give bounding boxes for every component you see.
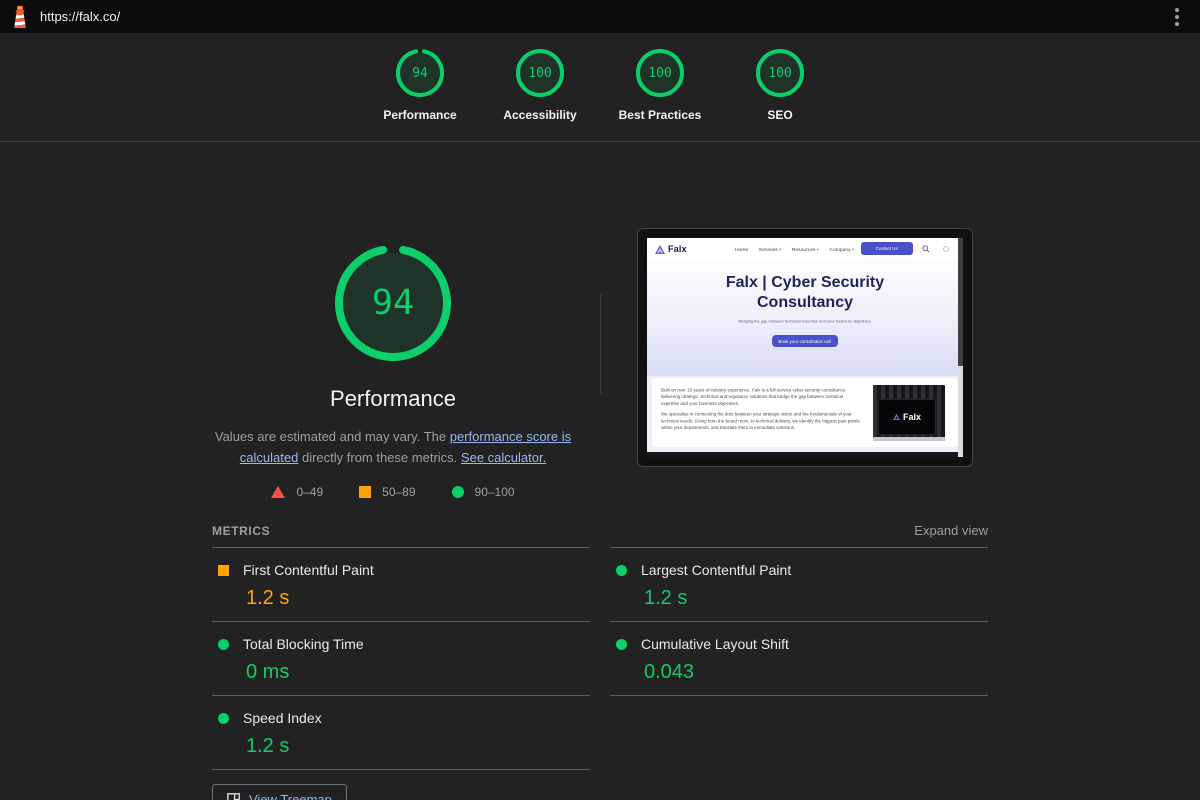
metric-status-icon (218, 638, 229, 650)
chevron-down-icon: ▾ (779, 247, 782, 252)
summary-gauge-accessibility[interactable]: 100 Accessibility (480, 47, 600, 122)
score-legend: 0–49 50–89 90–100 (212, 485, 574, 499)
preview-nav-services: Services▾ (758, 246, 782, 252)
metric-largest-contentful-paint: Largest Contentful Paint 1.2 s (610, 548, 988, 622)
legend-item-average: 50–89 (359, 485, 416, 499)
see-calculator-link[interactable]: See calculator. (461, 450, 546, 465)
summary-gauge-best-practices[interactable]: 100 Best Practices (600, 47, 720, 122)
chevron-down-icon: ▾ (851, 247, 855, 252)
lighthouse-report: https://falx.co/ 94 Performance 100 Acce… (0, 0, 1200, 800)
more-options-menu-button[interactable] (1168, 7, 1186, 27)
metrics-heading: METRICS (212, 524, 271, 538)
treemap-icon (227, 792, 240, 800)
view-treemap-button[interactable]: View Treemap (212, 784, 347, 800)
metrics-column-right: Largest Contentful Paint 1.2 s Cumulativ… (610, 548, 988, 696)
preview-intro-card: Built on over 10 years of industry exper… (652, 378, 958, 447)
preview-navbar: Falx Home Services▾ Resources▾ Company▾ … (647, 238, 963, 260)
metric-name: Speed Index (243, 710, 322, 726)
preview-nav-company: Company▾ (829, 246, 855, 252)
metric-status-icon (218, 712, 229, 724)
preview-hero: Falx | Cyber Security Consultancy Bridgi… (647, 260, 963, 376)
metric-value: 1.2 s (246, 587, 290, 609)
metric-cumulative-layout-shift: Cumulative Layout Shift 0.043 (610, 622, 988, 696)
preview-scrollbar-thumb (958, 238, 963, 366)
section-vertical-divider (600, 294, 601, 394)
lighthouse-icon (14, 5, 26, 28)
metric-name: Cumulative Layout Shift (641, 636, 789, 652)
performance-main-gauge: 94 (335, 245, 451, 361)
falx-logo-icon (655, 244, 665, 254)
performance-description: Values are estimated and may vary. The p… (214, 429, 572, 465)
accessibility-score: 100 (528, 65, 552, 81)
preview-laptop-screen: Falx (878, 399, 936, 435)
theme-toggle-icon (943, 246, 949, 252)
chevron-down-icon: ▾ (816, 247, 819, 252)
report-url-link[interactable]: https://falx.co/ (40, 9, 120, 24)
kebab-icon (1175, 8, 1179, 12)
performance-section-title: Performance (330, 386, 456, 411)
accessibility-label: Accessibility (503, 108, 577, 122)
metric-name: Total Blocking Time (243, 636, 364, 652)
preview-laptop-photo: Falx (873, 385, 945, 441)
summary-gauge-seo[interactable]: 100 SEO (720, 47, 840, 122)
fail-triangle-icon (271, 486, 286, 498)
performance-main-score: 94 (371, 283, 415, 323)
metric-value: 1.2 s (644, 587, 688, 609)
accessibility-gauge-icon: 100 (514, 47, 566, 99)
metric-name: First Contentful Paint (243, 562, 374, 578)
metric-value: 0.043 (644, 661, 695, 683)
metric-status-icon (218, 564, 229, 576)
category-summary-bar: 94 Performance 100 Accessibility 100 Bes… (0, 33, 1200, 142)
seo-score: 100 (768, 65, 792, 81)
metric-name: Largest Contentful Paint (641, 562, 792, 578)
metric-value: 1.2 s (246, 735, 290, 757)
topbar: https://falx.co/ (0, 0, 1200, 33)
metric-status-icon (616, 638, 627, 650)
metric-total-blocking-time: Total Blocking Time 0 ms (212, 622, 590, 696)
performance-score: 94 (412, 65, 428, 81)
preview-book-call-button: Book your consultation call (772, 335, 838, 348)
preview-nav-resources: Resources▾ (791, 246, 819, 252)
metric-speed-index: Speed Index 1.2 s (212, 696, 590, 770)
metrics-column-left: First Contentful Paint 1.2 s Total Block… (212, 548, 590, 770)
preview-nav-home: Home (735, 246, 749, 252)
site-screenshot: Falx Home Services▾ Resources▾ Company▾ … (647, 238, 963, 457)
best-practices-gauge-icon: 100 (634, 47, 686, 99)
performance-label: Performance (383, 108, 457, 122)
pass-circle-icon (451, 486, 464, 498)
legend-item-pass: 90–100 (451, 485, 515, 499)
preview-paragraphs: Built on over 10 years of industry exper… (661, 387, 860, 431)
best-practices-score: 100 (648, 65, 672, 81)
final-screenshot-thumbnail: Falx Home Services▾ Resources▾ Company▾ … (637, 228, 973, 467)
preview-scrollbar (958, 238, 963, 457)
search-icon (922, 245, 930, 253)
seo-gauge-icon: 100 (754, 47, 806, 99)
metric-status-icon (616, 564, 627, 576)
preview-hero-title: Falx | Cyber Security Consultancy (725, 274, 885, 311)
expand-view-button[interactable]: Expand view (610, 523, 988, 538)
falx-logo-icon (893, 414, 900, 420)
preview-hero-subtitle: Bridging the gap between technical exper… (738, 319, 872, 324)
preview-content-section: Built on over 10 years of industry exper… (647, 376, 963, 452)
preview-desk (873, 437, 945, 441)
performance-gauge-icon: 94 (394, 47, 446, 99)
preview-logo: Falx (655, 244, 687, 254)
preview-next-section (647, 452, 963, 457)
preview-contact-us-button: Contact Us (861, 242, 913, 255)
best-practices-label: Best Practices (618, 108, 702, 122)
legend-item-fail: 0–49 (271, 485, 323, 499)
metric-first-contentful-paint: First Contentful Paint 1.2 s (212, 548, 590, 622)
summary-gauge-performance[interactable]: 94 Performance (360, 47, 480, 122)
preview-nav-links: Home Services▾ Resources▾ Company▾ (735, 242, 854, 256)
metric-value: 0 ms (246, 661, 290, 683)
average-square-icon (359, 486, 372, 498)
seo-label: SEO (767, 108, 793, 122)
